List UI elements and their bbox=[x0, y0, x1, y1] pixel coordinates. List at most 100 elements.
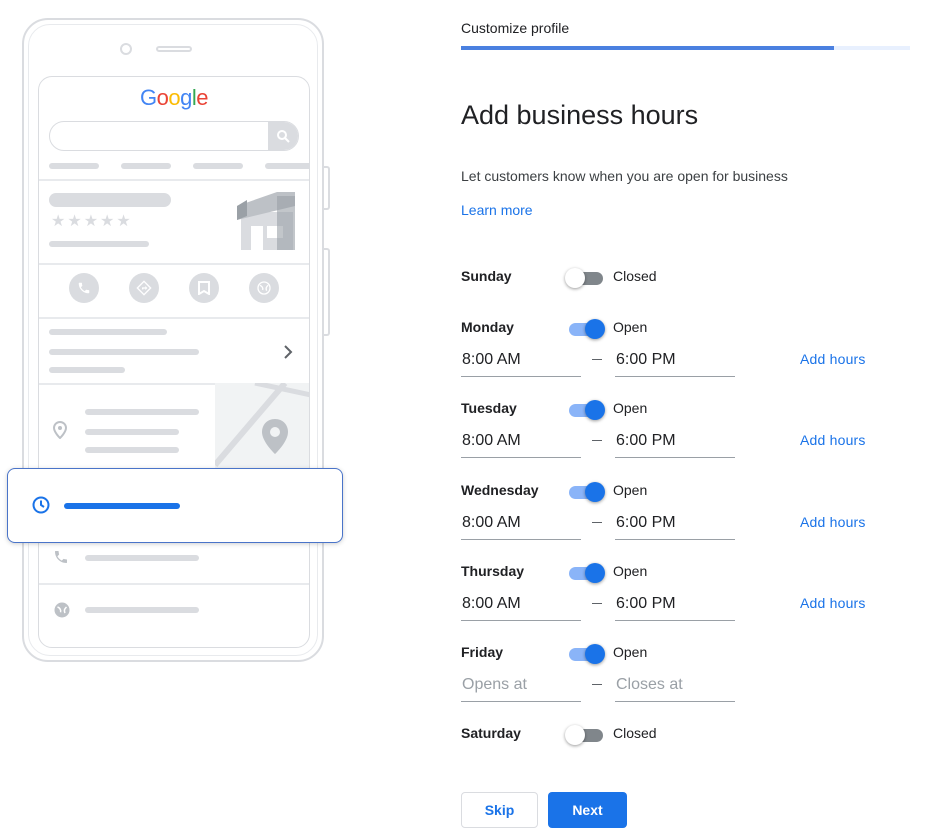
day-name: Wednesday bbox=[461, 482, 539, 498]
placeholder-line bbox=[49, 193, 171, 207]
logo-letter: G bbox=[139, 85, 157, 110]
clock-icon bbox=[32, 496, 50, 514]
closes-at-field[interactable]: 6:00 PM bbox=[615, 430, 735, 458]
closes-at-field[interactable]: 6:00 PM bbox=[615, 593, 735, 621]
chevron-right-icon bbox=[283, 343, 293, 364]
open-toggle[interactable] bbox=[565, 480, 605, 502]
opens-at-field[interactable]: 8:00 AM bbox=[461, 593, 581, 621]
toggle-knob bbox=[585, 644, 605, 664]
opens-at-field[interactable]: 8:00 AM bbox=[461, 430, 581, 458]
directions-icon bbox=[129, 273, 159, 303]
phone-call-icon bbox=[69, 273, 99, 303]
learn-more-link[interactable]: Learn more bbox=[461, 202, 533, 218]
page-title: Add business hours bbox=[461, 100, 699, 130]
phone-side-button bbox=[324, 248, 330, 336]
hours-highlight-card bbox=[7, 468, 343, 543]
open-status: Open bbox=[613, 563, 648, 579]
add-hours-link[interactable]: Add hours bbox=[800, 514, 866, 530]
phone-speaker bbox=[156, 46, 192, 52]
toggle-knob bbox=[585, 400, 605, 420]
opens-at-field[interactable]: Opens at bbox=[461, 674, 581, 702]
time-separator bbox=[592, 684, 602, 685]
divider bbox=[39, 263, 309, 265]
google-logo: Google bbox=[39, 85, 309, 111]
page-subtitle: Let customers know when you are open for… bbox=[461, 168, 788, 184]
opens-at-field[interactable]: 8:00 AM bbox=[461, 512, 581, 540]
location-pin-icon bbox=[52, 420, 68, 444]
day-name: Sunday bbox=[461, 268, 512, 284]
divider bbox=[39, 583, 309, 585]
placeholder-line bbox=[85, 447, 179, 453]
phone-screen: Google ★★★★★ bbox=[38, 76, 310, 648]
placeholder-line bbox=[49, 163, 99, 169]
open-status: Closed bbox=[613, 268, 657, 284]
bookmark-icon bbox=[189, 273, 219, 303]
logo-letter: e bbox=[196, 85, 208, 110]
toggle-knob bbox=[565, 268, 585, 288]
mock-search-bar bbox=[49, 121, 299, 151]
placeholder-line bbox=[121, 163, 171, 169]
progress-fill bbox=[461, 46, 834, 50]
day-name: Tuesday bbox=[461, 400, 517, 416]
add-hours-link[interactable]: Add hours bbox=[800, 351, 866, 367]
globe-icon bbox=[53, 601, 71, 624]
logo-letter: o bbox=[156, 85, 169, 110]
day-name: Monday bbox=[461, 319, 514, 335]
placeholder-line bbox=[85, 409, 199, 415]
closes-at-field[interactable]: Closes at bbox=[615, 674, 735, 702]
open-status: Open bbox=[613, 644, 648, 660]
placeholder-line bbox=[193, 163, 243, 169]
opens-at-field[interactable]: 8:00 AM bbox=[461, 349, 581, 377]
add-hours-link[interactable]: Add hours bbox=[800, 595, 866, 611]
closes-at-field[interactable]: 6:00 PM bbox=[615, 512, 735, 540]
open-status: Closed bbox=[613, 725, 657, 741]
divider bbox=[39, 317, 309, 319]
star-rating-icon: ★★★★★ bbox=[51, 213, 133, 230]
phone-side-button bbox=[324, 166, 330, 210]
placeholder-line bbox=[49, 349, 199, 355]
progress-bar bbox=[461, 46, 910, 50]
logo-letter: o bbox=[168, 85, 181, 110]
placeholder-line bbox=[85, 555, 199, 561]
placeholder-line bbox=[85, 607, 199, 613]
toggle-knob bbox=[565, 725, 585, 745]
placeholder-line bbox=[49, 329, 167, 335]
open-status: Open bbox=[613, 319, 648, 335]
phone-icon bbox=[53, 549, 69, 570]
open-status: Open bbox=[613, 482, 648, 498]
step-label: Customize profile bbox=[461, 20, 570, 36]
day-name: Friday bbox=[461, 644, 504, 660]
time-separator bbox=[592, 603, 602, 604]
open-toggle[interactable] bbox=[565, 642, 605, 664]
time-separator bbox=[592, 440, 602, 441]
toggle-knob bbox=[585, 563, 605, 583]
placeholder-line bbox=[49, 367, 125, 373]
logo-letter: g bbox=[180, 85, 192, 110]
open-toggle[interactable] bbox=[565, 266, 605, 288]
skip-button[interactable]: Skip bbox=[461, 792, 538, 828]
phone-camera bbox=[120, 43, 132, 55]
placeholder-line bbox=[265, 163, 309, 169]
day-name: Thursday bbox=[461, 563, 525, 579]
divider bbox=[39, 179, 309, 181]
globe-icon bbox=[249, 273, 279, 303]
placeholder-line bbox=[85, 429, 179, 435]
day-name: Saturday bbox=[461, 725, 521, 741]
time-separator bbox=[592, 359, 602, 360]
open-toggle[interactable] bbox=[565, 398, 605, 420]
hours-placeholder-bar bbox=[64, 503, 180, 509]
time-separator bbox=[592, 522, 602, 523]
placeholder-line bbox=[49, 241, 149, 247]
toggle-knob bbox=[585, 482, 605, 502]
open-toggle[interactable] bbox=[565, 561, 605, 583]
storefront-icon bbox=[237, 192, 295, 250]
open-status: Open bbox=[613, 400, 648, 416]
open-toggle[interactable] bbox=[565, 723, 605, 745]
search-icon bbox=[268, 122, 298, 150]
closes-at-field[interactable]: 6:00 PM bbox=[615, 349, 735, 377]
phone-illustration: Google ★★★★★ bbox=[22, 18, 330, 662]
open-toggle[interactable] bbox=[565, 317, 605, 339]
toggle-knob bbox=[585, 319, 605, 339]
next-button[interactable]: Next bbox=[548, 792, 627, 828]
add-hours-link[interactable]: Add hours bbox=[800, 432, 866, 448]
